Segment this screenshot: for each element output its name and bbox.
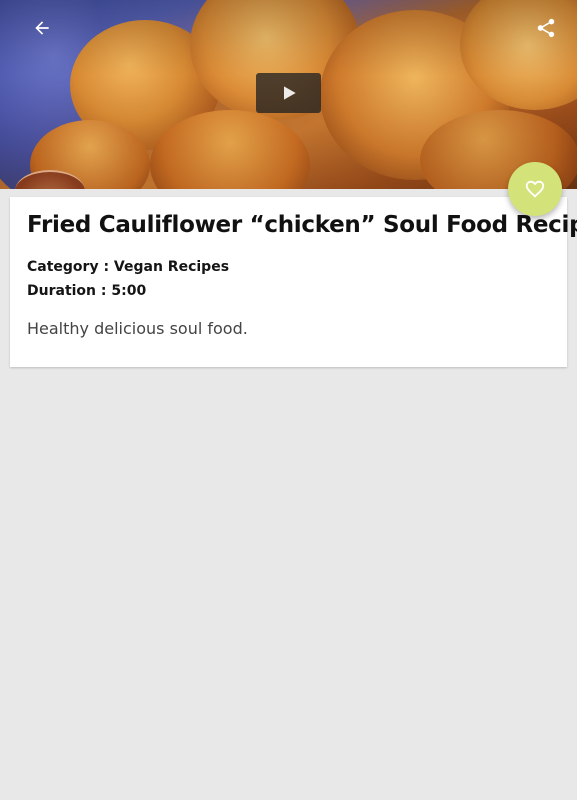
- arrow-left-icon: [35, 21, 49, 35]
- recipe-duration: Duration : 5:00: [27, 283, 147, 299]
- recipe-category: Category : Vegan Recipes: [27, 259, 230, 275]
- recipe-description: Healthy delicious soul food.: [27, 319, 248, 338]
- share-icon: [537, 18, 555, 38]
- heart-outline-icon: [525, 180, 545, 198]
- play-icon: [283, 86, 296, 100]
- recipe-detail-card: Fried Cauliflower “chicken” Soul Food Re…: [10, 197, 577, 367]
- back-button[interactable]: [26, 12, 58, 44]
- share-button[interactable]: [530, 12, 562, 44]
- favorite-button[interactable]: [508, 162, 562, 216]
- recipe-title: Fried Cauliflower “chicken” Soul Food Re…: [27, 212, 577, 238]
- play-video-button[interactable]: [256, 73, 321, 113]
